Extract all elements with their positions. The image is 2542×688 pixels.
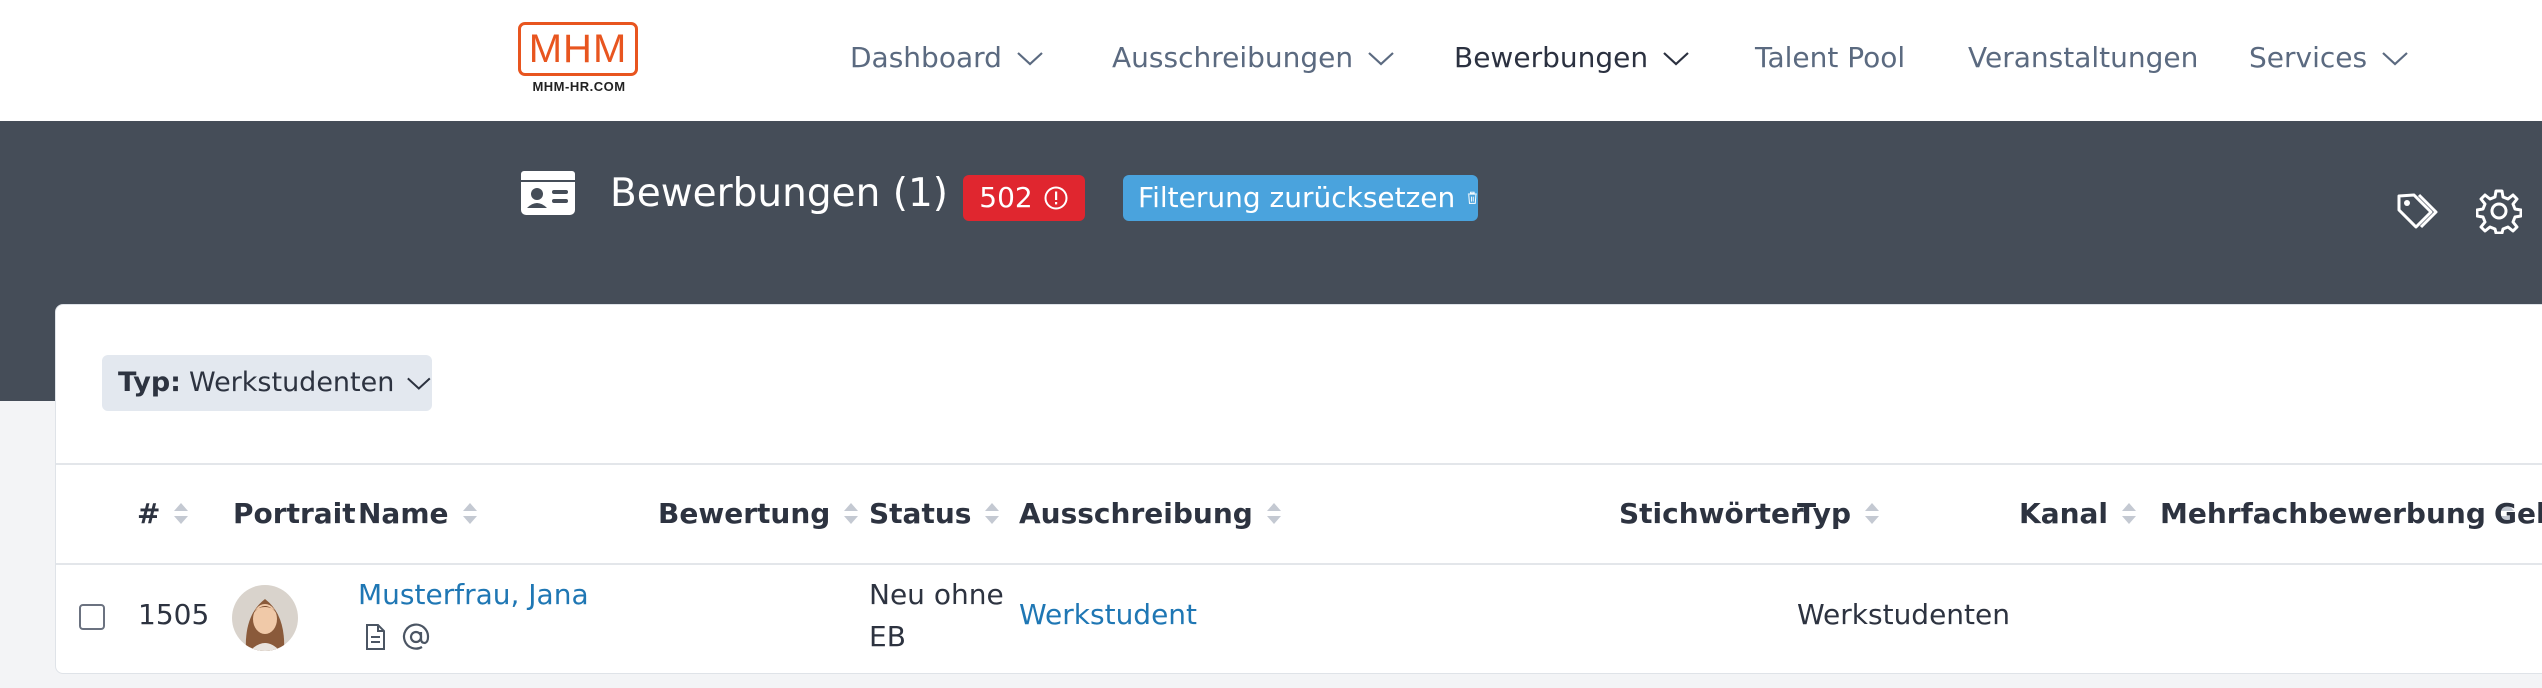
trash-icon bbox=[1468, 191, 1478, 204]
count-badge[interactable]: 502 bbox=[963, 175, 1085, 221]
col-header-ausschreibung[interactable]: Ausschreibung bbox=[1019, 493, 1283, 535]
sort-icon bbox=[1266, 503, 1281, 524]
page-title: Bewerbungen (1) bbox=[610, 171, 948, 216]
col-header-status-label: Status bbox=[869, 497, 972, 530]
col-header-typ[interactable]: Typ bbox=[1797, 493, 1881, 535]
col-header-stichwoerter-label: Stichwörter bbox=[1619, 497, 1804, 530]
logo[interactable]: MHM MHM-HR.COM bbox=[518, 22, 640, 96]
chevron-down-icon bbox=[1368, 52, 1394, 66]
col-header-name-label: Name bbox=[358, 497, 449, 530]
nav-services-label: Services bbox=[2249, 41, 2368, 74]
gear-icon[interactable] bbox=[2476, 188, 2522, 234]
nav-dashboard[interactable]: Dashboard bbox=[850, 38, 1044, 78]
nav-veranstaltungen[interactable]: Veranstaltungen bbox=[1968, 38, 2198, 78]
sort-icon bbox=[2122, 503, 2137, 524]
sort-icon bbox=[1865, 503, 1880, 524]
nav-talent-pool[interactable]: Talent Pool bbox=[1755, 38, 1905, 78]
chevron-down-icon bbox=[407, 377, 431, 390]
row-id: 1505 bbox=[138, 598, 210, 631]
nav-dashboard-label: Dashboard bbox=[850, 41, 1002, 74]
nav-bewerbungen-label: Bewerbungen bbox=[1454, 41, 1649, 74]
chevron-down-icon bbox=[1017, 52, 1043, 66]
chevron-down-icon bbox=[1663, 52, 1689, 66]
filter-chip-typ[interactable]: Typ: Werkstudenten bbox=[102, 355, 432, 411]
logo-mark: MHM bbox=[518, 22, 638, 76]
status-line-1: Neu ohne bbox=[869, 578, 1004, 611]
tags-icon[interactable] bbox=[2396, 190, 2444, 234]
col-header-status[interactable]: Status bbox=[869, 493, 1001, 535]
col-header-bewertung[interactable]: Bewertung bbox=[658, 493, 860, 535]
col-header-id-label: # bbox=[137, 497, 161, 530]
chevron-down-icon bbox=[2382, 52, 2408, 66]
col-header-ausschreibung-label: Ausschreibung bbox=[1019, 497, 1253, 530]
sort-icon bbox=[174, 503, 189, 524]
nav-services[interactable]: Services bbox=[2249, 38, 2409, 78]
col-header-stichwoerter: Stichwörter bbox=[1619, 493, 1804, 535]
reset-filter-button[interactable]: Filterung zurücksetzen bbox=[1123, 175, 1478, 221]
col-header-mehrfachbewerbung[interactable]: Mehrfachbewerbung bbox=[2160, 493, 2516, 535]
col-header-geh[interactable]: Geh bbox=[2494, 493, 2542, 535]
nav-talent-pool-label: Talent Pool bbox=[1755, 41, 1906, 74]
col-header-typ-label: Typ bbox=[1797, 497, 1852, 530]
table-row-divider bbox=[56, 563, 2542, 565]
row-select-checkbox[interactable] bbox=[79, 604, 105, 630]
status-line-2: EB bbox=[869, 620, 906, 653]
col-header-portrait-label: Portrait bbox=[233, 497, 356, 530]
filter-chip-value: Werkstudenten bbox=[188, 367, 395, 398]
col-header-kanal[interactable]: Kanal bbox=[2019, 493, 2138, 535]
col-header-bewertung-label: Bewertung bbox=[658, 497, 831, 530]
table-header-divider bbox=[56, 463, 2542, 465]
nav-veranstaltungen-label: Veranstaltungen bbox=[1968, 41, 2199, 74]
sort-icon bbox=[985, 503, 1000, 524]
col-header-geh-label: Geh bbox=[2494, 497, 2542, 530]
logo-subtext: MHM-HR.COM bbox=[532, 79, 626, 94]
count-badge-value: 502 bbox=[979, 181, 1033, 214]
ausschreibung-link[interactable]: Werkstudent bbox=[1019, 598, 1197, 631]
nav-bewerbungen[interactable]: Bewerbungen bbox=[1454, 38, 1690, 78]
id-card-icon bbox=[521, 171, 575, 215]
typ-value: Werkstudenten bbox=[1797, 598, 2011, 631]
sort-icon bbox=[462, 503, 477, 524]
col-header-name[interactable]: Name bbox=[358, 493, 479, 535]
top-navbar: MHM MHM-HR.COM Dashboard Ausschreibungen… bbox=[0, 0, 2542, 121]
filter-chip-key: Typ: bbox=[118, 367, 181, 398]
col-header-portrait: Portrait bbox=[233, 493, 356, 535]
avatar[interactable] bbox=[232, 585, 298, 651]
col-header-kanal-label: Kanal bbox=[2019, 497, 2109, 530]
alert-circle-icon bbox=[1044, 186, 1068, 210]
applicant-name-link[interactable]: Musterfrau, Jana bbox=[358, 578, 589, 611]
document-icon[interactable] bbox=[360, 622, 390, 652]
col-header-mehrfachbewerbung-label: Mehrfachbewerbung bbox=[2160, 497, 2486, 530]
portrait-image bbox=[232, 585, 298, 651]
col-header-id[interactable]: # bbox=[137, 493, 190, 535]
email-icon[interactable] bbox=[401, 622, 431, 652]
nav-ausschreibungen[interactable]: Ausschreibungen bbox=[1112, 38, 1395, 78]
reset-filter-label: Filterung zurücksetzen bbox=[1138, 181, 1456, 214]
nav-ausschreibungen-label: Ausschreibungen bbox=[1112, 41, 1354, 74]
sort-icon bbox=[844, 503, 859, 524]
